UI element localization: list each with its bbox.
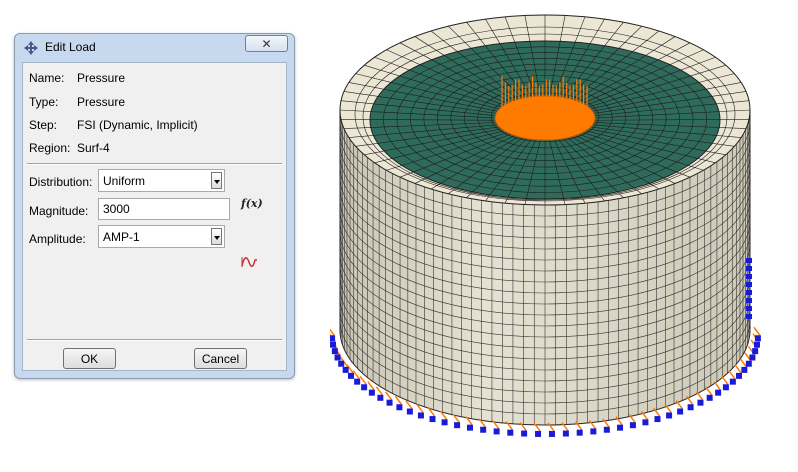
close-button[interactable]: ✕ (245, 35, 288, 52)
type-value: Pressure (77, 95, 126, 109)
magnitude-label: Magnitude: (29, 204, 89, 218)
distribution-value: Uniform (103, 174, 146, 188)
region-label: Region: (29, 141, 71, 155)
amplitude-value: AMP-1 (103, 230, 140, 244)
ok-button-label: OK (80, 351, 99, 366)
amplitude-label: Amplitude: (29, 232, 86, 246)
distribution-select[interactable]: Uniform (98, 169, 225, 192)
distribution-label: Distribution: (29, 175, 93, 189)
step-value: FSI (Dynamic, Implicit) (77, 118, 198, 132)
cancel-button[interactable]: Cancel (194, 348, 247, 369)
step-label: Step: (29, 118, 58, 132)
chevron-down-icon[interactable] (211, 172, 222, 189)
model-viewport[interactable] (330, 0, 798, 472)
edit-load-dialog: Edit Load ✕ Name: Pressure Type: Pressur… (14, 33, 295, 379)
name-label: Name: (29, 71, 65, 85)
edit-load-icon (23, 40, 39, 56)
type-label: Type: (29, 95, 59, 109)
region-value: Surf-4 (77, 141, 110, 155)
chevron-down-icon[interactable] (211, 228, 222, 245)
amplitude-select[interactable]: AMP-1 (98, 225, 225, 248)
close-icon: ✕ (261, 36, 272, 51)
magnitude-input[interactable] (98, 198, 230, 220)
cylinder-mesh (339, 14, 751, 426)
dialog-body: Name: Pressure Type: Pressure Step: FSI … (22, 62, 287, 371)
separator (27, 339, 282, 341)
ok-button[interactable]: OK (63, 348, 116, 369)
amplitude-curve-icon[interactable] (240, 254, 260, 273)
dialog-title: Edit Load (45, 40, 96, 54)
cancel-button-label: Cancel (201, 351, 240, 366)
separator (27, 163, 282, 165)
name-value: Pressure (77, 71, 126, 85)
function-icon[interactable]: f(x) (241, 197, 263, 210)
dialog-titlebar[interactable]: Edit Load ✕ (15, 34, 294, 60)
